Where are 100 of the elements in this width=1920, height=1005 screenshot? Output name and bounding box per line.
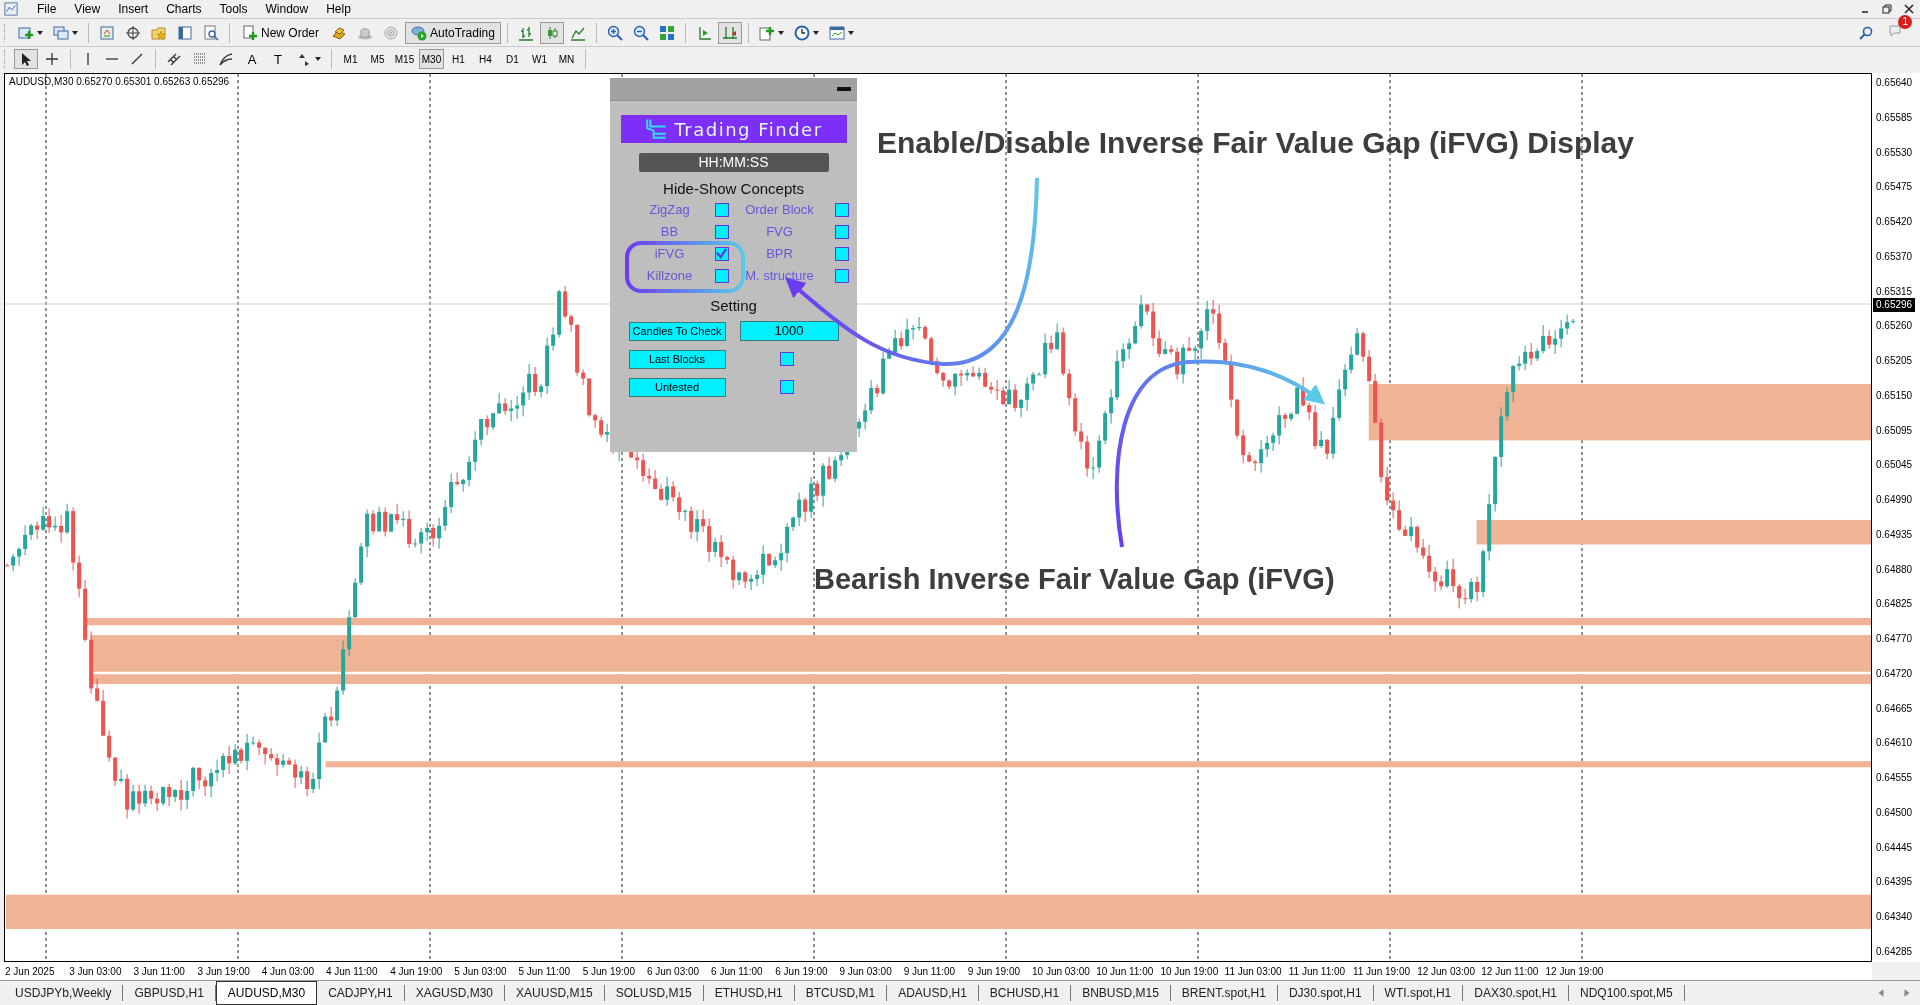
chart-tab[interactable]: DJ30.spot,H1 bbox=[1277, 985, 1374, 1001]
chart-tab[interactable]: WTI.spot,H1 bbox=[1373, 985, 1464, 1001]
price-label: 0.64610 bbox=[1875, 737, 1914, 750]
chart-tab[interactable]: USDJPYb,Weekly bbox=[4, 985, 124, 1001]
menu-item[interactable]: Window bbox=[256, 0, 318, 18]
chart-tab[interactable]: BCHUSD,H1 bbox=[978, 985, 1072, 1001]
price-label: 0.65585 bbox=[1875, 111, 1914, 124]
time-label: 4 Jun 11:00 bbox=[325, 965, 379, 977]
price-label: 0.65205 bbox=[1875, 355, 1914, 367]
price-label: 0.65420 bbox=[1875, 216, 1914, 228]
concept-label: iFVG bbox=[653, 246, 686, 261]
input-field[interactable]: 1000 bbox=[739, 321, 839, 341]
section-title: Hide-Show Concepts bbox=[663, 180, 804, 197]
timeframe-button[interactable]: D1 bbox=[500, 49, 525, 69]
new-order-button[interactable]: New Order bbox=[236, 21, 325, 44]
price-label: 0.64935 bbox=[1875, 528, 1914, 541]
time-label: 12 Jun 11:00 bbox=[1481, 965, 1540, 977]
notification-badge: 1 bbox=[1898, 15, 1912, 29]
price-label: 0.64825 bbox=[1875, 598, 1914, 611]
chart-tab[interactable]: XAGUSD,M30 bbox=[404, 985, 506, 1001]
timeframe-button[interactable]: H4 bbox=[473, 49, 498, 69]
price-label: 0.65095 bbox=[1875, 424, 1914, 437]
concept-label: BPR bbox=[765, 246, 794, 261]
price-label: 0.65530 bbox=[1875, 146, 1914, 159]
price-label: 0.65475 bbox=[1875, 181, 1914, 194]
price-label: 0.64720 bbox=[1875, 667, 1914, 680]
setting-button[interactable]: Candles To Check bbox=[628, 321, 726, 341]
annotation-text: Enable/Disable Inverse Fair Value Gap (iFVG) Display bbox=[877, 127, 1634, 159]
current-price-label: 0.65296 bbox=[1873, 298, 1916, 312]
concept-label: Order Block bbox=[744, 202, 815, 217]
time-label: 11 Jun 03:00 bbox=[1224, 965, 1283, 977]
time-label: 12 Jun 03:00 bbox=[1417, 965, 1476, 977]
chart-tab[interactable]: AUDUSD,M30 bbox=[215, 981, 318, 1005]
concept-label: BB bbox=[659, 224, 680, 239]
time-label: 9 Jun 19:00 bbox=[967, 965, 1022, 977]
chart-tab[interactable]: GBPUSD,H1 bbox=[123, 985, 216, 1001]
setting-button[interactable]: Last Blocks bbox=[628, 349, 726, 369]
price-label: 0.64285 bbox=[1875, 945, 1914, 958]
timeframe-button[interactable]: M15 bbox=[392, 49, 417, 69]
time-label: 6 Jun 19:00 bbox=[775, 965, 829, 977]
section-title: Setting bbox=[710, 297, 757, 314]
chart-tab[interactable]: BNBUSD,M15 bbox=[1071, 985, 1171, 1001]
price-label: 0.65370 bbox=[1875, 250, 1914, 263]
concept-label: ZigZag bbox=[648, 202, 691, 217]
time-label: 5 Jun 19:00 bbox=[582, 965, 636, 977]
menu-item[interactable]: Tools bbox=[210, 0, 257, 18]
time-label: 11 Jun 19:00 bbox=[1352, 965, 1412, 977]
setting-button[interactable]: Untested bbox=[628, 377, 726, 397]
chart-tab[interactable]: BTCUSD,M1 bbox=[794, 985, 888, 1001]
time-label: 4 Jun 19:00 bbox=[390, 965, 444, 977]
text-label-button[interactable]: T bbox=[266, 49, 290, 69]
menu-item[interactable]: View bbox=[65, 0, 110, 18]
time-label: 11 Jun 11:00 bbox=[1288, 965, 1347, 977]
timeframe-button[interactable]: W1 bbox=[527, 49, 552, 69]
price-label: 0.64445 bbox=[1875, 841, 1914, 854]
chart-tab[interactable]: ADAUSD,H1 bbox=[887, 985, 979, 1001]
time-label: 3 Jun 11:00 bbox=[133, 965, 186, 977]
chart-tab[interactable]: NDQ100.spot,M5 bbox=[1569, 985, 1685, 1001]
chart-tab[interactable]: BRENT.spot,H1 bbox=[1170, 985, 1278, 1001]
menu-item[interactable]: Insert bbox=[109, 0, 158, 18]
price-label: 0.64665 bbox=[1875, 702, 1914, 715]
price-label: 0.64555 bbox=[1875, 772, 1914, 784]
time-label: 4 Jun 03:00 bbox=[261, 965, 315, 977]
price-label: 0.64340 bbox=[1875, 911, 1914, 923]
price-label: 0.64395 bbox=[1875, 876, 1914, 889]
autotrading-button[interactable]: AutoTrading bbox=[405, 21, 501, 44]
time-label: 2 Jun 2025 bbox=[5, 965, 56, 977]
chart-tab[interactable]: CADJPY,H1 bbox=[317, 985, 405, 1001]
price-label: 0.64880 bbox=[1875, 563, 1914, 576]
concept-label: FVG bbox=[765, 224, 794, 239]
chart-header: AUDUSD,M30 0.65270 0.65301 0.65263 0.65296 bbox=[9, 76, 230, 87]
timeframe-button[interactable]: H1 bbox=[446, 49, 471, 69]
menu-item[interactable]: Help bbox=[317, 0, 360, 18]
chart-tab[interactable]: SOLUSD,M15 bbox=[604, 985, 704, 1001]
time-label: 3 Jun 19:00 bbox=[197, 965, 251, 977]
time-label: 3 Jun 03:00 bbox=[69, 965, 123, 977]
time-label: 5 Jun 03:00 bbox=[454, 965, 508, 977]
price-label: 0.65640 bbox=[1875, 77, 1914, 89]
timeframe-button[interactable]: M5 bbox=[365, 49, 390, 69]
chart-tab[interactable]: DAX30.spot,H1 bbox=[1463, 985, 1569, 1001]
price-label: 0.65315 bbox=[1875, 285, 1914, 298]
time-label: 6 Jun 03:00 bbox=[646, 965, 701, 977]
time-label: 6 Jun 11:00 bbox=[711, 965, 764, 977]
price-label: 0.65150 bbox=[1875, 389, 1914, 402]
time-label: 5 Jun 11:00 bbox=[518, 965, 572, 977]
text-tool-button[interactable]: A bbox=[240, 49, 264, 69]
price-label: 0.65260 bbox=[1875, 320, 1914, 333]
price-label: 0.65045 bbox=[1875, 459, 1914, 472]
time-label: 10 Jun 03:00 bbox=[1032, 965, 1091, 977]
menu-item[interactable]: Charts bbox=[157, 0, 211, 18]
timeframe-button[interactable]: MN bbox=[554, 49, 579, 69]
time-label: 10 Jun 11:00 bbox=[1096, 965, 1155, 977]
concept-label: Killzone bbox=[645, 268, 694, 283]
menu-item[interactable]: File bbox=[28, 0, 66, 18]
time-label: 9 Jun 11:00 bbox=[903, 965, 957, 977]
annotation-text: Bearish Inverse Fair Value Gap (iFVG) bbox=[814, 563, 1335, 595]
chart-tab[interactable]: XAUUSD,M15 bbox=[505, 985, 605, 1001]
timeframe-button[interactable]: M1 bbox=[338, 49, 363, 69]
chart-tab[interactable]: ETHUSD,H1 bbox=[703, 985, 795, 1001]
timeframe-button[interactable]: M30 bbox=[419, 49, 444, 69]
